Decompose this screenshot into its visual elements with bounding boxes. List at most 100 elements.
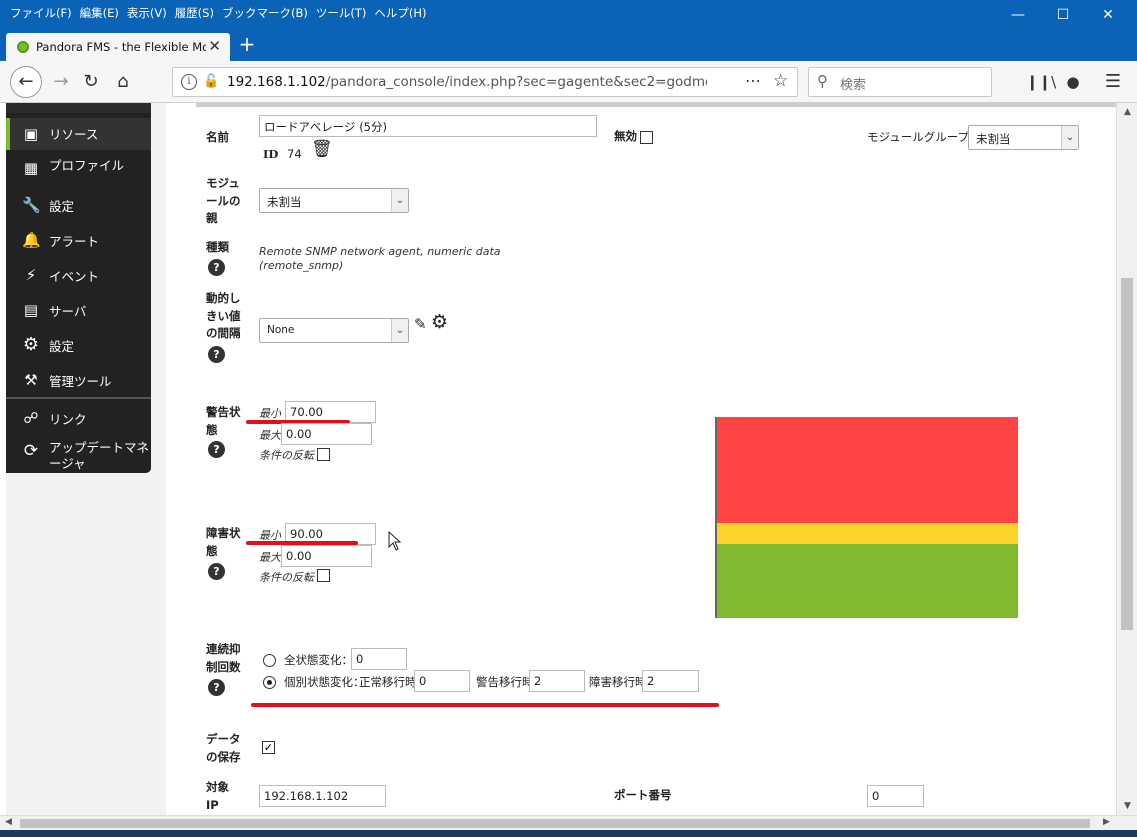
gear-icon: ⚙	[22, 334, 40, 355]
ff-normal-label: 正常移行時	[359, 675, 417, 689]
help-icon[interactable]: ?	[208, 563, 225, 580]
module-edit-form: 名前 ロードアベレージ (5分) ID 74 🗑 無効 モジュールグループ 未割…	[166, 103, 1116, 815]
ff-warning-input[interactable]: 2	[529, 670, 585, 692]
sidebar-item-profile[interactable]: ▦ プロファイル	[6, 153, 151, 183]
page-actions-icon[interactable]: ⋯	[745, 71, 761, 90]
warning-invert-checkbox[interactable]	[317, 448, 330, 461]
extension-icon[interactable]: ●	[1058, 67, 1088, 97]
menu-bookmarks[interactable]: ブックマーク(B)	[218, 5, 312, 21]
back-arrow-icon[interactable]: ←	[10, 66, 42, 98]
bookmark-star-icon[interactable]: ☆	[773, 71, 788, 91]
new-tab-icon[interactable]: +	[236, 33, 258, 57]
help-icon[interactable]: ?	[208, 679, 225, 696]
menu-history[interactable]: 履歴(S)	[171, 5, 218, 21]
hamburger-menu-icon[interactable]: ☰	[1098, 67, 1128, 97]
server-icon: ▤	[23, 301, 39, 319]
search-box[interactable]: ⚲ 検索	[808, 67, 992, 97]
active-indicator	[6, 118, 10, 150]
horizontal-scrollbar[interactable]: ◀ ▶	[0, 815, 1137, 830]
close-window-button[interactable]: ✕	[1085, 0, 1131, 30]
sidebar-item-label: リンク	[49, 412, 87, 427]
sidebar-item-links[interactable]: ☍ リンク	[6, 406, 151, 434]
help-icon[interactable]: ?	[208, 346, 225, 363]
menu-view[interactable]: 表示(V)	[123, 5, 171, 21]
ff-each-radio[interactable]	[263, 676, 276, 689]
name-label: 名前	[206, 130, 229, 144]
taskbar	[0, 830, 1137, 837]
forward-arrow-icon[interactable]: →	[46, 67, 76, 97]
sidebar-item-alerts[interactable]: 🔔 アラート	[6, 227, 151, 257]
sidebar-item-config[interactable]: ⚙ 設定	[6, 333, 151, 363]
ff-normal-input[interactable]: 0	[414, 670, 470, 692]
name-input[interactable]: ロードアベレージ (5分)	[259, 115, 597, 137]
close-tab-icon[interactable]: ✕	[208, 37, 221, 55]
parent-select[interactable]: 未割当 ⌄	[259, 188, 409, 213]
pencil-icon[interactable]: ✎	[414, 315, 427, 333]
url-bar[interactable]: i 🔓 192.168.1.102/pandora_console/index.…	[172, 67, 798, 97]
scroll-right-icon[interactable]: ▶	[1103, 817, 1110, 827]
port-input[interactable]: 0	[867, 785, 924, 807]
reload-icon[interactable]: ↻	[76, 67, 106, 97]
menu-file[interactable]: ファイル(F)	[6, 5, 76, 21]
home-icon[interactable]: ⌂	[108, 67, 138, 97]
module-group-select[interactable]: 未割当 ⌄	[968, 125, 1079, 150]
minimize-button[interactable]: —	[995, 0, 1041, 30]
menu-tools[interactable]: ツール(T)	[312, 5, 371, 21]
dynamic-threshold-label: 動的しきい値の間隔	[206, 291, 241, 340]
type-value-line2: (remote_snmp)	[259, 259, 344, 272]
sidebar-item-label: アラート	[49, 234, 100, 249]
sidebar-item-admin-tools[interactable]: ⚒ 管理ツール	[6, 368, 151, 398]
sidebar-item-servers[interactable]: ▤ サーバ	[6, 298, 151, 328]
scroll-thumb[interactable]	[1121, 278, 1133, 630]
critical-max-label: 最大	[259, 551, 281, 564]
profile-icon: ▦	[23, 159, 39, 177]
scroll-down-icon[interactable]: ▼	[1117, 801, 1137, 811]
critical-max-input[interactable]: 0.00	[281, 545, 372, 567]
scroll-left-icon[interactable]: ◀	[5, 817, 12, 827]
sidebar-item-events[interactable]: ⚡ イベント	[6, 263, 151, 293]
warning-max-input[interactable]: 0.00	[281, 423, 372, 445]
sidebar-item-label: 管理ツール	[49, 374, 112, 389]
critical-invert-checkbox[interactable]	[317, 569, 330, 582]
dynamic-interval-select[interactable]: None ⌄	[259, 318, 409, 343]
sidebar-item-label: プロファイル	[49, 158, 125, 173]
sidebar-item-resource[interactable]: ▣ リソース	[6, 118, 151, 150]
flipflop-label: 連続抑制回数	[206, 642, 241, 674]
search-icon: ⚲	[817, 72, 828, 90]
library-icon[interactable]: ❙❙\	[1026, 67, 1056, 97]
chevron-down-icon: ⌄	[391, 319, 408, 342]
tools-icon: ⚒	[24, 371, 38, 389]
browser-tab[interactable]: Pandora FMS - the Flexible Mo ✕	[6, 33, 230, 61]
bell-icon: 🔔	[22, 231, 41, 249]
disabled-checkbox[interactable]	[640, 131, 653, 144]
history-checkbox[interactable]: ✓	[262, 741, 275, 754]
critical-zone	[717, 417, 1018, 523]
help-icon[interactable]: ?	[208, 441, 225, 458]
disabled-label: 無効	[614, 129, 637, 143]
vertical-scrollbar[interactable]: ▲ ▼	[1116, 103, 1137, 815]
chevron-down-icon: ⌄	[391, 189, 408, 212]
warning-invert-label: 条件の反転	[259, 449, 314, 462]
scroll-up-icon[interactable]: ▲	[1117, 107, 1137, 117]
gear-icon[interactable]: ⚙	[431, 311, 448, 333]
menu-help[interactable]: ヘルプ(H)	[370, 5, 430, 21]
nav-bar: ← → ↻ ⌂ i 🔓 192.168.1.102/pandora_consol…	[0, 61, 1137, 103]
module-group-value: 未割当	[976, 132, 1011, 146]
scroll-thumb[interactable]	[20, 819, 1090, 828]
sidebar-item-setup[interactable]: 🔧 設定	[6, 191, 151, 221]
ff-critical-input[interactable]: 2	[642, 670, 699, 692]
warning-status-label: 警告状態	[206, 405, 241, 437]
menu-edit[interactable]: 編集(E)	[76, 5, 123, 21]
target-ip-input[interactable]: 192.168.1.102	[259, 785, 386, 807]
info-icon[interactable]: i	[181, 74, 197, 90]
trash-icon[interactable]: 🗑	[311, 139, 333, 159]
ff-all-input[interactable]: 0	[351, 648, 407, 670]
target-ip-label: 対象IP	[206, 780, 229, 812]
id-label: ID	[263, 147, 279, 161]
help-icon[interactable]: ?	[208, 259, 225, 276]
event-icon: ⚡	[25, 266, 37, 284]
sidebar-item-update-manager[interactable]: ⟳ アップデートマネージャ	[6, 439, 151, 473]
maximize-button[interactable]: ☐	[1040, 0, 1086, 30]
warning-max-label: 最大	[259, 429, 281, 442]
ff-all-radio[interactable]	[263, 654, 276, 667]
